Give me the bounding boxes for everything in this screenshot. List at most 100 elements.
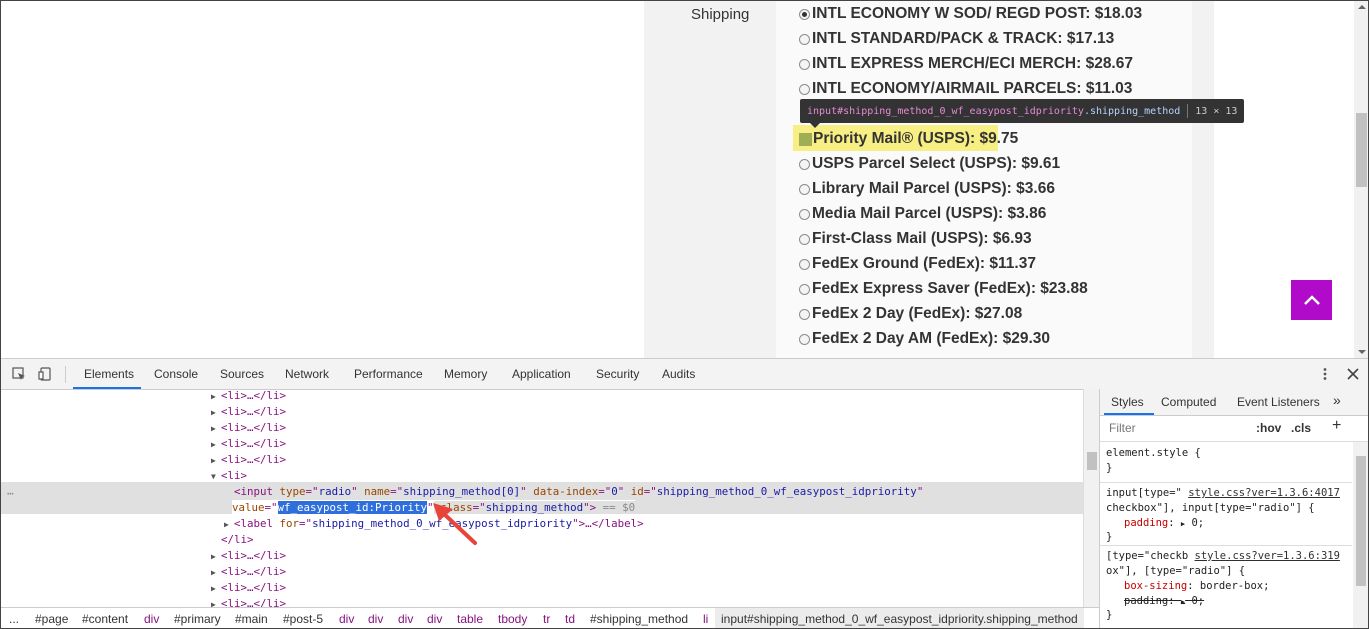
scroll-to-top-button[interactable] — [1291, 280, 1332, 320]
dom-node[interactable]: <li>…</li> — [221, 389, 286, 404]
hov-toggle[interactable]: :hov — [1256, 421, 1281, 435]
dom-tree[interactable]: ⋯ ▶ <li>…</li> ▶ <li>…</li> ▶ <li>…</li>… — [1, 389, 1083, 607]
collapse-triangle-icon[interactable]: ▼ — [211, 472, 216, 481]
rate-label[interactable]: INTL ECONOMY/AIRMAIL PARCELS: $11.03 — [812, 80, 1132, 98]
rate-option[interactable]: INTL EXPRESS MERCH/ECI MERCH: $28.67 — [799, 53, 1133, 75]
breadcrumb-item[interactable]: table — [457, 612, 483, 626]
scrollbar-thumb[interactable] — [1087, 452, 1097, 470]
radio-button[interactable] — [799, 183, 810, 195]
rate-label[interactable]: Priority Mail® (USPS): $9.75 — [813, 130, 1018, 148]
breadcrumb-item[interactable]: div — [398, 612, 413, 626]
rate-label[interactable]: FedEx 2 Day AM (FedEx): $29.30 — [812, 330, 1050, 348]
tab-network[interactable]: Network — [285, 367, 329, 381]
inspect-element-icon[interactable] — [12, 367, 26, 381]
breadcrumb-item[interactable]: #content — [82, 612, 128, 626]
radio-button[interactable] — [799, 283, 810, 295]
dom-node[interactable]: <li>…</li> — [221, 564, 286, 580]
radio-button[interactable] — [799, 333, 810, 345]
tab-memory[interactable]: Memory — [444, 367, 487, 381]
radio-button[interactable] — [799, 308, 810, 320]
radio-button[interactable] — [799, 258, 810, 270]
breadcrumb-item[interactable]: #main — [235, 612, 268, 626]
dom-node[interactable]: <li>…</li> — [221, 548, 286, 564]
tab-styles[interactable]: Styles — [1111, 395, 1144, 409]
rule-declaration[interactable]: box-sizing: border-box; — [1124, 579, 1269, 594]
tab-event-listeners[interactable]: Event Listeners — [1237, 395, 1320, 409]
close-icon[interactable] — [1346, 367, 1360, 381]
new-rule-plus-icon[interactable]: + — [1332, 417, 1341, 435]
expand-triangle-icon[interactable]: ▶ — [211, 552, 216, 561]
rate-option[interactable]: USPS Parcel Select (USPS): $9.61 — [799, 153, 1060, 175]
rate-label[interactable]: FedEx 2 Day (FedEx): $27.08 — [812, 305, 1022, 323]
rate-option-priority-mail[interactable]: Priority Mail® (USPS): $9.75 — [799, 128, 1018, 150]
expand-triangle-icon[interactable]: ▶ — [224, 520, 229, 529]
more-options-icon[interactable] — [1318, 367, 1332, 381]
breadcrumb-item[interactable]: li — [703, 612, 708, 626]
rate-option[interactable]: First-Class Mail (USPS): $6.93 — [799, 228, 1032, 250]
rate-label[interactable]: FedEx Ground (FedEx): $11.37 — [812, 255, 1036, 273]
rule-declaration-overridden[interactable]: padding: ▶ 0; — [1124, 594, 1204, 609]
scroll-down-arrow-icon[interactable] — [1358, 350, 1366, 354]
dom-node[interactable]: <li>…</li> — [221, 404, 286, 420]
expand-triangle-icon[interactable]: ▶ — [211, 392, 216, 401]
rate-label[interactable]: FedEx Express Saver (FedEx): $23.88 — [812, 280, 1088, 298]
breadcrumb-item[interactable]: div — [144, 612, 159, 626]
rate-option[interactable]: Library Mail Parcel (USPS): $3.66 — [799, 178, 1055, 200]
radio-button[interactable] — [799, 8, 810, 20]
breadcrumb-item[interactable]: td — [565, 612, 575, 626]
chevron-up-icon[interactable] — [1303, 294, 1321, 306]
dom-node[interactable]: <li>…</li> — [221, 452, 286, 468]
device-toolbar-icon[interactable] — [38, 367, 52, 381]
rate-label[interactable]: INTL ECONOMY W SOD/ REGD POST: $18.03 — [812, 5, 1142, 23]
rate-label[interactable]: INTL STANDARD/PACK & TRACK: $17.13 — [812, 30, 1114, 48]
rate-label[interactable]: INTL EXPRESS MERCH/ECI MERCH: $28.67 — [812, 55, 1133, 73]
rate-option[interactable]: INTL STANDARD/PACK & TRACK: $17.13 — [799, 28, 1114, 50]
styles-scrollbar[interactable] — [1353, 442, 1368, 628]
dom-node-li-close[interactable]: </li> — [221, 532, 254, 548]
breadcrumb-selected[interactable]: input#shipping_method_0_wf_easypost_idpr… — [715, 608, 1084, 628]
radio-button[interactable] — [799, 58, 810, 70]
filter-input[interactable]: Filter — [1109, 421, 1136, 435]
breadcrumb-item[interactable]: tbody — [498, 612, 527, 626]
rate-label[interactable]: Library Mail Parcel (USPS): $3.66 — [812, 180, 1055, 198]
tab-elements[interactable]: Elements — [84, 367, 134, 381]
scroll-up-arrow-icon[interactable] — [1358, 5, 1366, 9]
tab-application[interactable]: Application — [512, 367, 571, 381]
dom-tree-scrollbar[interactable] — [1083, 389, 1100, 607]
dom-node[interactable]: <li>…</li> — [221, 420, 286, 436]
rate-option[interactable]: INTL ECONOMY W SOD/ REGD POST: $18.03 — [799, 3, 1142, 25]
radio-button[interactable] — [799, 158, 810, 170]
dom-node-li-open[interactable]: <li> — [221, 468, 247, 484]
scrollbar-thumb[interactable] — [1356, 456, 1366, 586]
rate-label[interactable]: USPS Parcel Select (USPS): $9.61 — [812, 155, 1060, 173]
rate-option[interactable]: FedEx Express Saver (FedEx): $23.88 — [799, 278, 1088, 300]
rate-label[interactable]: Media Mail Parcel (USPS): $3.86 — [812, 205, 1046, 223]
expand-triangle-icon[interactable]: ▶ — [211, 456, 216, 465]
radio-button[interactable] — [799, 208, 810, 220]
expand-triangle-icon[interactable]: ▶ — [211, 584, 216, 593]
expand-triangle-icon[interactable]: ▶ — [211, 568, 216, 577]
stylesheet-link[interactable]: style.css?ver=1.3.6:4017 — [1188, 487, 1340, 499]
dom-node[interactable]: <li>…</li> — [221, 436, 286, 452]
rate-option[interactable]: INTL ECONOMY/AIRMAIL PARCELS: $11.03 — [799, 78, 1132, 100]
dom-node[interactable]: <li>…</li> — [221, 596, 286, 607]
tab-sources[interactable]: Sources — [220, 367, 264, 381]
more-tabs-icon[interactable]: » — [1333, 392, 1341, 408]
expand-triangle-icon[interactable]: ▶ — [211, 424, 216, 433]
tab-security[interactable]: Security — [596, 367, 639, 381]
dom-node-input[interactable]: <input type="radio" name="shipping_metho… — [234, 484, 923, 500]
breadcrumb-item[interactable]: div — [339, 612, 354, 626]
breadcrumb-item[interactable]: tr — [543, 612, 550, 626]
tab-audits[interactable]: Audits — [662, 367, 695, 381]
expand-triangle-icon[interactable]: ▶ — [211, 440, 216, 449]
expand-triangle-icon[interactable]: ▶ — [211, 600, 216, 607]
rate-option[interactable]: Media Mail Parcel (USPS): $3.86 — [799, 203, 1046, 225]
breadcrumb-item[interactable]: #primary — [174, 612, 221, 626]
breadcrumb-item[interactable]: div — [368, 612, 383, 626]
radio-button[interactable] — [799, 83, 810, 95]
breadcrumb-item[interactable]: div — [427, 612, 442, 626]
breadcrumb-item[interactable]: #shipping_method — [590, 612, 688, 626]
scrollbar-thumb[interactable] — [1356, 113, 1367, 187]
val-value-selected[interactable]: wf_easypost_id:Priority — [277, 501, 428, 514]
expand-triangle-icon[interactable]: ▶ — [211, 408, 216, 417]
